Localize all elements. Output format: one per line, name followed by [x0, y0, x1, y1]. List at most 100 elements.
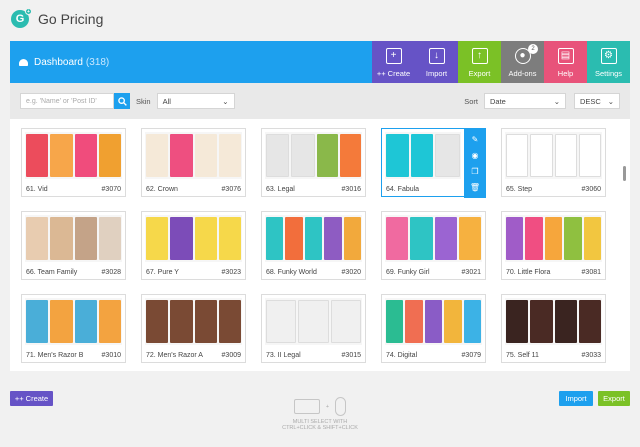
table-preview-thumbnail: [25, 215, 122, 262]
pricing-table-card[interactable]: 75. Self 11 #3033: [501, 294, 606, 363]
pricing-table-card[interactable]: 67. Pure Y #3023: [141, 211, 246, 280]
preview-column: [98, 217, 121, 260]
preview-column: [339, 134, 361, 177]
table-name: 65. Step: [506, 186, 533, 193]
table-name: 73. II Legal: [266, 352, 301, 359]
toolbar-label: ++ Create: [376, 69, 411, 78]
table-id: #3070: [101, 186, 121, 193]
preview-column: [218, 217, 241, 260]
pricing-table-card[interactable]: 61. Vid #3070: [21, 128, 126, 197]
preview-column: [458, 217, 481, 260]
table-id: #3033: [581, 352, 601, 359]
preview-column: [506, 300, 529, 343]
table-preview-thumbnail: [385, 132, 461, 179]
table-id: #3021: [461, 269, 481, 276]
copy-icon[interactable]: ❐: [471, 167, 478, 176]
app-title: Go Pricing: [38, 11, 104, 27]
table-id: #3016: [341, 186, 361, 193]
preview-column: [194, 217, 217, 260]
sort-label: Sort: [464, 96, 478, 106]
toolbar-export-button[interactable]: ↑ Export: [458, 41, 501, 83]
toolbar-help-button[interactable]: ▤ Help: [544, 41, 587, 83]
trash-icon[interactable]: 🗑: [470, 183, 480, 192]
table-name: 62. Crown: [146, 186, 178, 193]
pricing-table-card[interactable]: 74. Digital #3079: [381, 294, 486, 363]
pencil-icon[interactable]: ✎: [472, 135, 479, 144]
preview-column: [194, 300, 217, 343]
toolbar-label: Export: [468, 69, 491, 78]
filter-bar: e.g. 'Name' or 'Post ID' Skin All ⌄ Sort …: [10, 83, 630, 119]
table-preview-thumbnail: [25, 298, 122, 345]
toolbar-addons-button[interactable]: ● Add-ons 2: [501, 41, 544, 83]
dashboard-icon: [19, 58, 28, 66]
table-name: 70. Little Flora: [506, 269, 551, 276]
table-preview-thumbnail: [505, 132, 602, 179]
skin-label: Skin: [136, 96, 151, 106]
toolbar-create-button[interactable]: + ++ Create: [372, 41, 415, 83]
table-preview-thumbnail: [145, 132, 242, 179]
preview-column: [170, 217, 193, 260]
preview-column: [324, 217, 342, 260]
export-icon: ↑: [471, 48, 488, 64]
dashboard-title: Dashboard (318): [10, 41, 372, 83]
pricing-table-card[interactable]: 68. Funky World #3020: [261, 211, 366, 280]
table-id: #3081: [581, 269, 601, 276]
preview-column: [434, 217, 457, 260]
table-preview-thumbnail: [265, 215, 362, 262]
bottom-import-button[interactable]: Import: [559, 391, 593, 406]
multi-select-hint: + MULTI SELECT WITH CTRL+CLICK & SHIFT+CL…: [260, 397, 380, 431]
notification-badge: 2: [528, 44, 538, 54]
preview-column: [564, 217, 582, 260]
order-select[interactable]: DESC ⌄: [574, 93, 620, 109]
preview-column: [424, 300, 443, 343]
preview-column: [50, 300, 73, 343]
table-id: #3028: [101, 269, 121, 276]
preview-column: [194, 134, 217, 177]
pricing-table-card[interactable]: 69. Funky Girl #3021: [381, 211, 486, 280]
table-preview-thumbnail: [145, 215, 242, 262]
preview-column: [444, 300, 462, 343]
scrollbar[interactable]: [623, 166, 626, 181]
bottom-create-button[interactable]: ++ Create: [10, 391, 53, 406]
table-id: #3079: [461, 352, 481, 359]
preview-column: [578, 300, 601, 343]
keyboard-key-icon: [293, 399, 320, 414]
table-preview-thumbnail: [385, 215, 482, 262]
table-id: #3020: [341, 269, 361, 276]
search-button[interactable]: [114, 93, 130, 109]
preview-column: [463, 300, 482, 343]
pricing-table-card[interactable]: 72. Men's Razor A #3009: [141, 294, 246, 363]
app-header: G + Go Pricing: [0, 0, 640, 38]
preview-column: [50, 217, 73, 260]
table-name: 71. Men's Razor B: [26, 352, 84, 359]
bottom-export-button[interactable]: Export: [598, 391, 630, 406]
pricing-table-card[interactable]: 64. Fabula ✎ ◉ ❐ 🗑: [381, 128, 486, 198]
table-id: #3015: [341, 352, 361, 359]
preview-column: [98, 300, 121, 343]
preview-column: [330, 300, 361, 343]
pricing-table-card[interactable]: 63. Legal #3016: [261, 128, 366, 197]
eye-icon[interactable]: ◉: [472, 151, 479, 160]
pricing-table-card[interactable]: 62. Crown #3076: [141, 128, 246, 197]
import-icon: ↓: [428, 48, 445, 64]
pricing-table-card[interactable]: 66. Team Family #3028: [21, 211, 126, 280]
pricing-table-card[interactable]: 65. Step #3060: [501, 128, 606, 197]
preview-column: [26, 134, 49, 177]
pricing-table-card[interactable]: 70. Little Flora #3081: [501, 211, 606, 280]
preview-column: [506, 217, 524, 260]
skin-select[interactable]: All ⌄: [156, 93, 235, 109]
preview-column: [304, 217, 323, 260]
preview-column: [74, 300, 97, 343]
preview-column: [544, 217, 563, 260]
preview-column: [530, 300, 553, 343]
preview-column: [386, 217, 409, 260]
pricing-table-card[interactable]: 73. II Legal #3015: [261, 294, 366, 363]
toolbar-settings-button[interactable]: ⚙ Settings: [587, 41, 630, 83]
search-input[interactable]: e.g. 'Name' or 'Post ID': [20, 93, 114, 109]
table-id: #3076: [221, 186, 241, 193]
table-name: 66. Team Family: [26, 269, 78, 276]
toolbar-label: Settings: [594, 69, 623, 78]
pricing-table-card[interactable]: 71. Men's Razor B #3010: [21, 294, 126, 363]
sort-select[interactable]: Date ⌄: [484, 93, 566, 109]
toolbar-import-button[interactable]: ↓ Import: [415, 41, 458, 83]
